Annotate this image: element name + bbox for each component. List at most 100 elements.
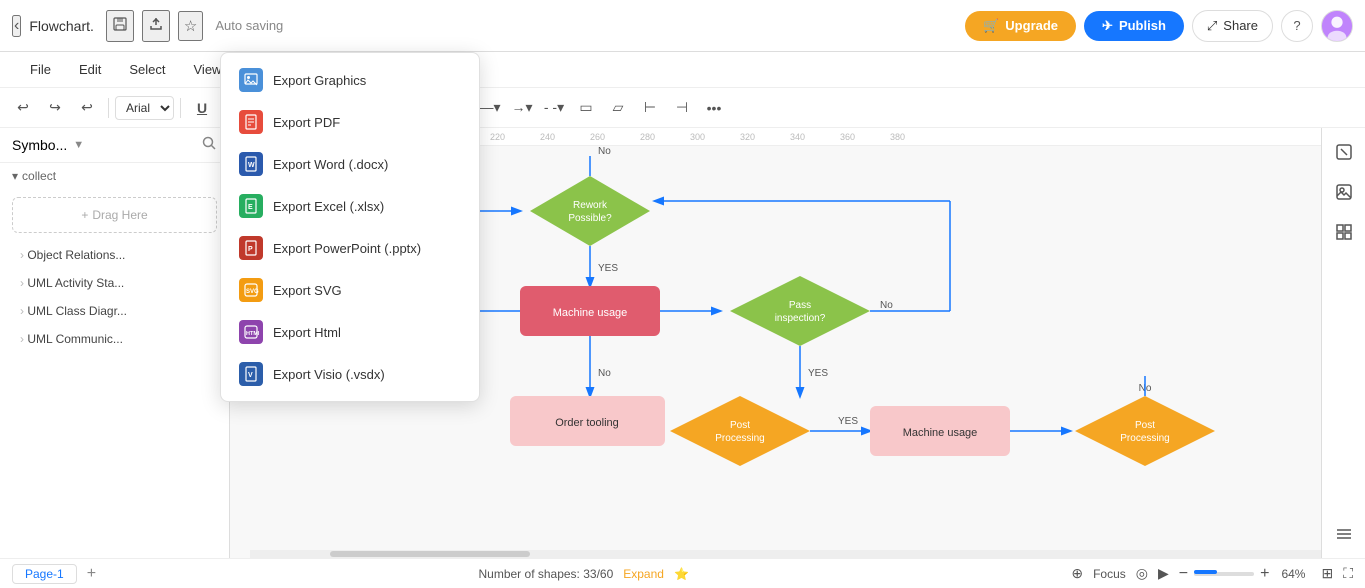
horizontal-scrollbar[interactable] <box>250 550 1321 558</box>
sidebar-header: Symbo... ▼ <box>0 128 229 163</box>
zoom-increase-button[interactable]: + <box>1260 565 1269 583</box>
export-html-icon: HTML <box>239 320 263 344</box>
post-processing-shape2[interactable] <box>1075 396 1215 466</box>
svg-text:YES: YES <box>838 416 858 427</box>
more-button[interactable]: ••• <box>699 93 729 123</box>
align-right-button[interactable]: ⊣ <box>667 93 697 123</box>
sidebar-item-uml-activity[interactable]: UML Activity Sta... <box>6 270 223 296</box>
dash-style-dropdown[interactable]: - -▾ <box>539 93 569 123</box>
status-icon: ⭐ <box>674 567 689 581</box>
right-panel-lines-btn[interactable] <box>1328 518 1360 550</box>
zoom-value: 64% <box>1275 567 1311 581</box>
svg-text:Post: Post <box>730 420 750 431</box>
publish-label: Publish <box>1119 18 1166 33</box>
post-processing-shape1[interactable] <box>670 396 810 466</box>
drag-here-label: Drag Here <box>92 208 147 222</box>
document-title: Flowchart. <box>29 18 94 34</box>
zoom-decrease-button[interactable]: − <box>1179 565 1188 583</box>
underline-button[interactable]: U <box>187 93 217 123</box>
menu-file[interactable]: File <box>16 56 65 83</box>
drag-here-area[interactable]: + Drag Here <box>12 197 217 233</box>
sidebar-search-icon[interactable] <box>202 136 217 154</box>
divider-1 <box>108 98 109 118</box>
sidebar-item-object-relations[interactable]: Object Relations... <box>6 242 223 268</box>
align-left-button[interactable]: ⊢ <box>635 93 665 123</box>
play-button[interactable]: ▶ <box>1158 565 1169 582</box>
font-selector[interactable]: Arial <box>115 96 174 120</box>
expand-link[interactable]: Expand <box>623 567 664 581</box>
zoom-controls: − + 64% <box>1179 565 1312 583</box>
menu-edit[interactable]: Edit <box>65 56 115 83</box>
focus-icon[interactable]: ◎ <box>1136 565 1148 582</box>
export-pdf-label: Export PDF <box>273 115 340 130</box>
rework-possible-shape[interactable] <box>530 176 650 246</box>
redo-button[interactable]: ↪ <box>40 93 70 123</box>
export-html-item[interactable]: HTML Export Html <box>221 311 479 353</box>
back-history-button[interactable]: ↩ <box>72 93 102 123</box>
divider-2 <box>180 98 181 118</box>
sidebar-section-collect[interactable]: ▾ collect <box>0 163 229 189</box>
sidebar-item-uml-communic[interactable]: UML Communic... <box>6 326 223 352</box>
export-word-label: Export Word (.docx) <box>273 157 388 172</box>
svg-text:W: W <box>248 162 255 169</box>
star-icon[interactable]: ☆ <box>178 11 203 41</box>
upgrade-button[interactable]: 🛒 Upgrade <box>965 11 1076 41</box>
share-icon: ⤢ <box>1207 18 1217 34</box>
page-tab[interactable]: Page-1 <box>12 564 77 584</box>
export-icon[interactable] <box>142 10 170 42</box>
pass-inspection-shape[interactable] <box>730 276 870 346</box>
svg-text:YES: YES <box>598 263 618 274</box>
export-pdf-icon <box>239 110 263 134</box>
export-html-label: Export Html <box>273 325 341 340</box>
export-excel-item[interactable]: E Export Excel (.xlsx) <box>221 185 479 227</box>
svg-text:Machine usage: Machine usage <box>553 307 628 319</box>
container-button[interactable]: ▭ <box>571 93 601 123</box>
add-page-button[interactable]: + <box>87 565 96 583</box>
svg-text:Pass: Pass <box>789 300 811 311</box>
sidebar-item-uml-class[interactable]: UML Class Diagr... <box>6 298 223 324</box>
export-excel-label: Export Excel (.xlsx) <box>273 199 384 214</box>
publish-button[interactable]: ✈ Publish <box>1084 11 1184 41</box>
collect-label: collect <box>22 169 56 183</box>
export-svg-item[interactable]: SVG Export SVG <box>221 269 479 311</box>
export-svg-icon: SVG <box>239 278 263 302</box>
auto-saving-label: Auto saving <box>215 18 283 33</box>
menu-select[interactable]: Select <box>115 56 179 83</box>
help-button[interactable]: ? <box>1281 10 1313 42</box>
fullscreen-button[interactable]: ⛶ <box>1343 565 1353 582</box>
focus-label: Focus <box>1093 567 1126 581</box>
svg-text:HTML: HTML <box>246 331 259 337</box>
svg-text:SVG: SVG <box>246 289 259 295</box>
svg-text:Machine usage: Machine usage <box>903 427 978 439</box>
save-icon[interactable] <box>106 10 134 42</box>
export-ppt-icon: P <box>239 236 263 260</box>
svg-text:Rework: Rework <box>573 200 608 211</box>
export-graphics-item[interactable]: Export Graphics <box>221 59 479 101</box>
topbar: ‹ Flowchart. ☆ Auto saving 🛒 Upgrade ✈ P… <box>0 0 1365 52</box>
export-ppt-item[interactable]: P Export PowerPoint (.pptx) <box>221 227 479 269</box>
export-visio-item[interactable]: V Export Visio (.vsdx) <box>221 353 479 395</box>
upgrade-cart-icon: 🛒 <box>983 18 999 34</box>
fit-button[interactable]: ⊞ <box>1321 565 1333 582</box>
svg-text:No: No <box>880 300 893 311</box>
right-panel-select-btn[interactable] <box>1328 136 1360 168</box>
back-button[interactable]: ‹ <box>12 15 21 37</box>
svg-text:YES: YES <box>808 368 828 379</box>
export-excel-icon: E <box>239 194 263 218</box>
layer-button[interactable]: ▱ <box>603 93 633 123</box>
sidebar-expand-icon[interactable]: ▼ <box>73 139 84 151</box>
right-panel-image-btn[interactable] <box>1328 176 1360 208</box>
arrow-style-dropdown[interactable]: →▾ <box>507 93 537 123</box>
scrollbar-thumb[interactable] <box>330 551 530 557</box>
layers-button[interactable]: ⊕ <box>1071 565 1083 582</box>
svg-text:E: E <box>248 204 253 211</box>
export-word-item[interactable]: W Export Word (.docx) <box>221 143 479 185</box>
share-button[interactable]: ⤢ Share <box>1192 10 1273 42</box>
svg-text:Processing: Processing <box>1120 433 1169 444</box>
avatar[interactable] <box>1321 10 1353 42</box>
undo-button[interactable]: ↩ <box>8 93 38 123</box>
right-panel-grid-btn[interactable] <box>1328 216 1360 248</box>
menubar: File Edit Select View Symbol Search Feat… <box>0 52 1365 88</box>
zoom-slider[interactable] <box>1194 572 1254 576</box>
export-pdf-item[interactable]: Export PDF <box>221 101 479 143</box>
